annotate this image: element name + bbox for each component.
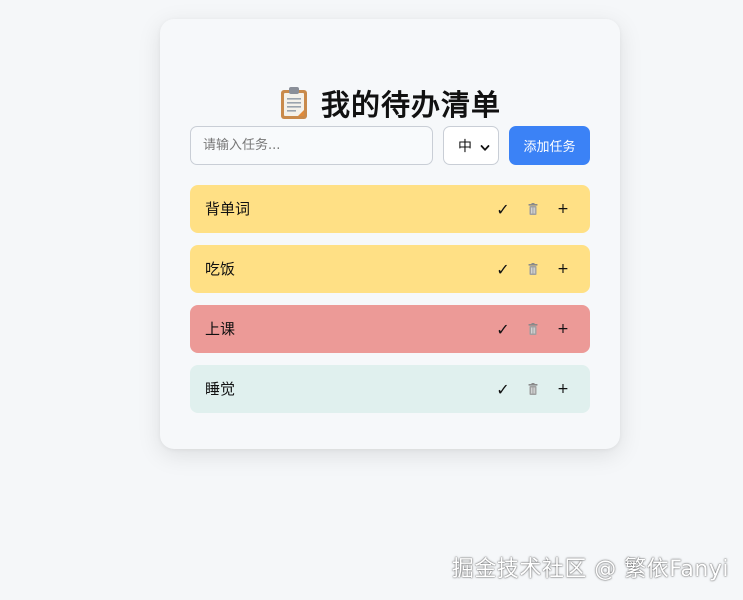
task-list: 背单词 ✓ + 吃饭 ✓ + 上课 ✓ + 睡觉 ✓ + [190, 185, 590, 425]
todo-card: 我的待办清单 中 添加任务 背单词✓+吃饭✓+上课✓+睡觉✓+ [160, 19, 620, 449]
watermark: 掘金技术社区 @ 繁依Fanyi [451, 557, 729, 582]
task-actions: ✓ + [488, 305, 578, 353]
task-label: 吃饭 [205, 260, 236, 278]
trash-icon [528, 323, 538, 335]
chevron-down-icon [480, 141, 490, 151]
task-actions: ✓ + [488, 185, 578, 233]
task-actions: ✓ + [488, 245, 578, 293]
increase-priority-button[interactable]: + [548, 314, 578, 344]
increase-priority-button[interactable]: + [548, 374, 578, 404]
increase-priority-button[interactable]: + [548, 194, 578, 224]
task-input[interactable] [190, 126, 433, 165]
complete-task-button[interactable]: ✓ [488, 254, 518, 284]
add-task-button[interactable]: 添加任务 [509, 126, 590, 165]
trash-icon [528, 383, 538, 395]
priority-selected-value: 中 [458, 138, 472, 155]
delete-task-button[interactable] [518, 314, 548, 344]
trash-icon [528, 203, 538, 215]
task-actions: ✓ + [488, 365, 578, 413]
increase-priority-button[interactable]: + [548, 254, 578, 284]
trash-icon [528, 263, 538, 275]
page: 我的待办清单 中 添加任务 背单词✓+吃饭✓+上课✓+睡觉✓+ 掘金技术社区 @… [0, 0, 743, 600]
task-label: 上课 [205, 320, 236, 338]
delete-task-button[interactable] [518, 254, 548, 284]
complete-task-button[interactable]: ✓ [488, 314, 518, 344]
delete-task-button[interactable] [518, 374, 548, 404]
task-item: 吃饭 ✓ + [190, 245, 590, 293]
task-label: 背单词 [205, 200, 251, 218]
task-item: 睡觉 ✓ + [190, 365, 590, 413]
title-row: 我的待办清单 [160, 81, 620, 125]
clipboard-icon [279, 86, 309, 120]
add-task-form: 中 添加任务 [190, 126, 590, 165]
task-item: 上课 ✓ + [190, 305, 590, 353]
complete-task-button[interactable]: ✓ [488, 374, 518, 404]
task-label: 睡觉 [205, 380, 236, 398]
priority-select[interactable]: 中 [443, 126, 499, 165]
complete-task-button[interactable]: ✓ [488, 194, 518, 224]
page-title: 我的待办清单 [320, 88, 501, 122]
delete-task-button[interactable] [518, 194, 548, 224]
task-item: 背单词 ✓ + [190, 185, 590, 233]
